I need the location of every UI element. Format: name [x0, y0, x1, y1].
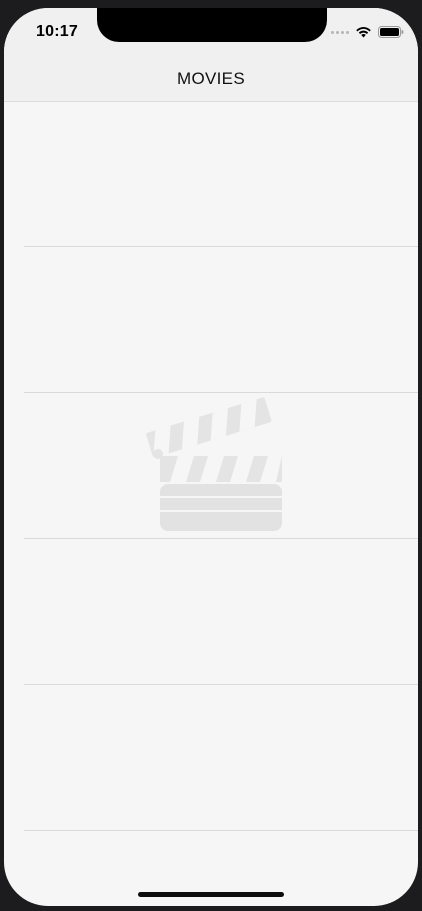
- table-row[interactable]: [4, 686, 418, 832]
- nav-title: MOVIES: [177, 69, 245, 88]
- phone-screen: MOVIES 10:17: [4, 8, 418, 906]
- row-separator: [24, 684, 418, 685]
- row-separator: [24, 246, 418, 247]
- clapperboard-icon: [146, 397, 282, 531]
- row-separator: [24, 538, 418, 539]
- home-indicator[interactable]: [138, 892, 284, 897]
- row-separator: [24, 830, 418, 831]
- table-row[interactable]: [4, 540, 418, 686]
- status-icons: [331, 26, 404, 38]
- table-row[interactable]: [4, 248, 418, 394]
- wifi-icon: [356, 27, 371, 38]
- device-notch: [97, 8, 327, 42]
- battery-icon: [378, 26, 404, 38]
- status-time: 10:17: [36, 23, 78, 40]
- table-row[interactable]: [4, 102, 418, 248]
- signal-dots-icon: [331, 30, 349, 34]
